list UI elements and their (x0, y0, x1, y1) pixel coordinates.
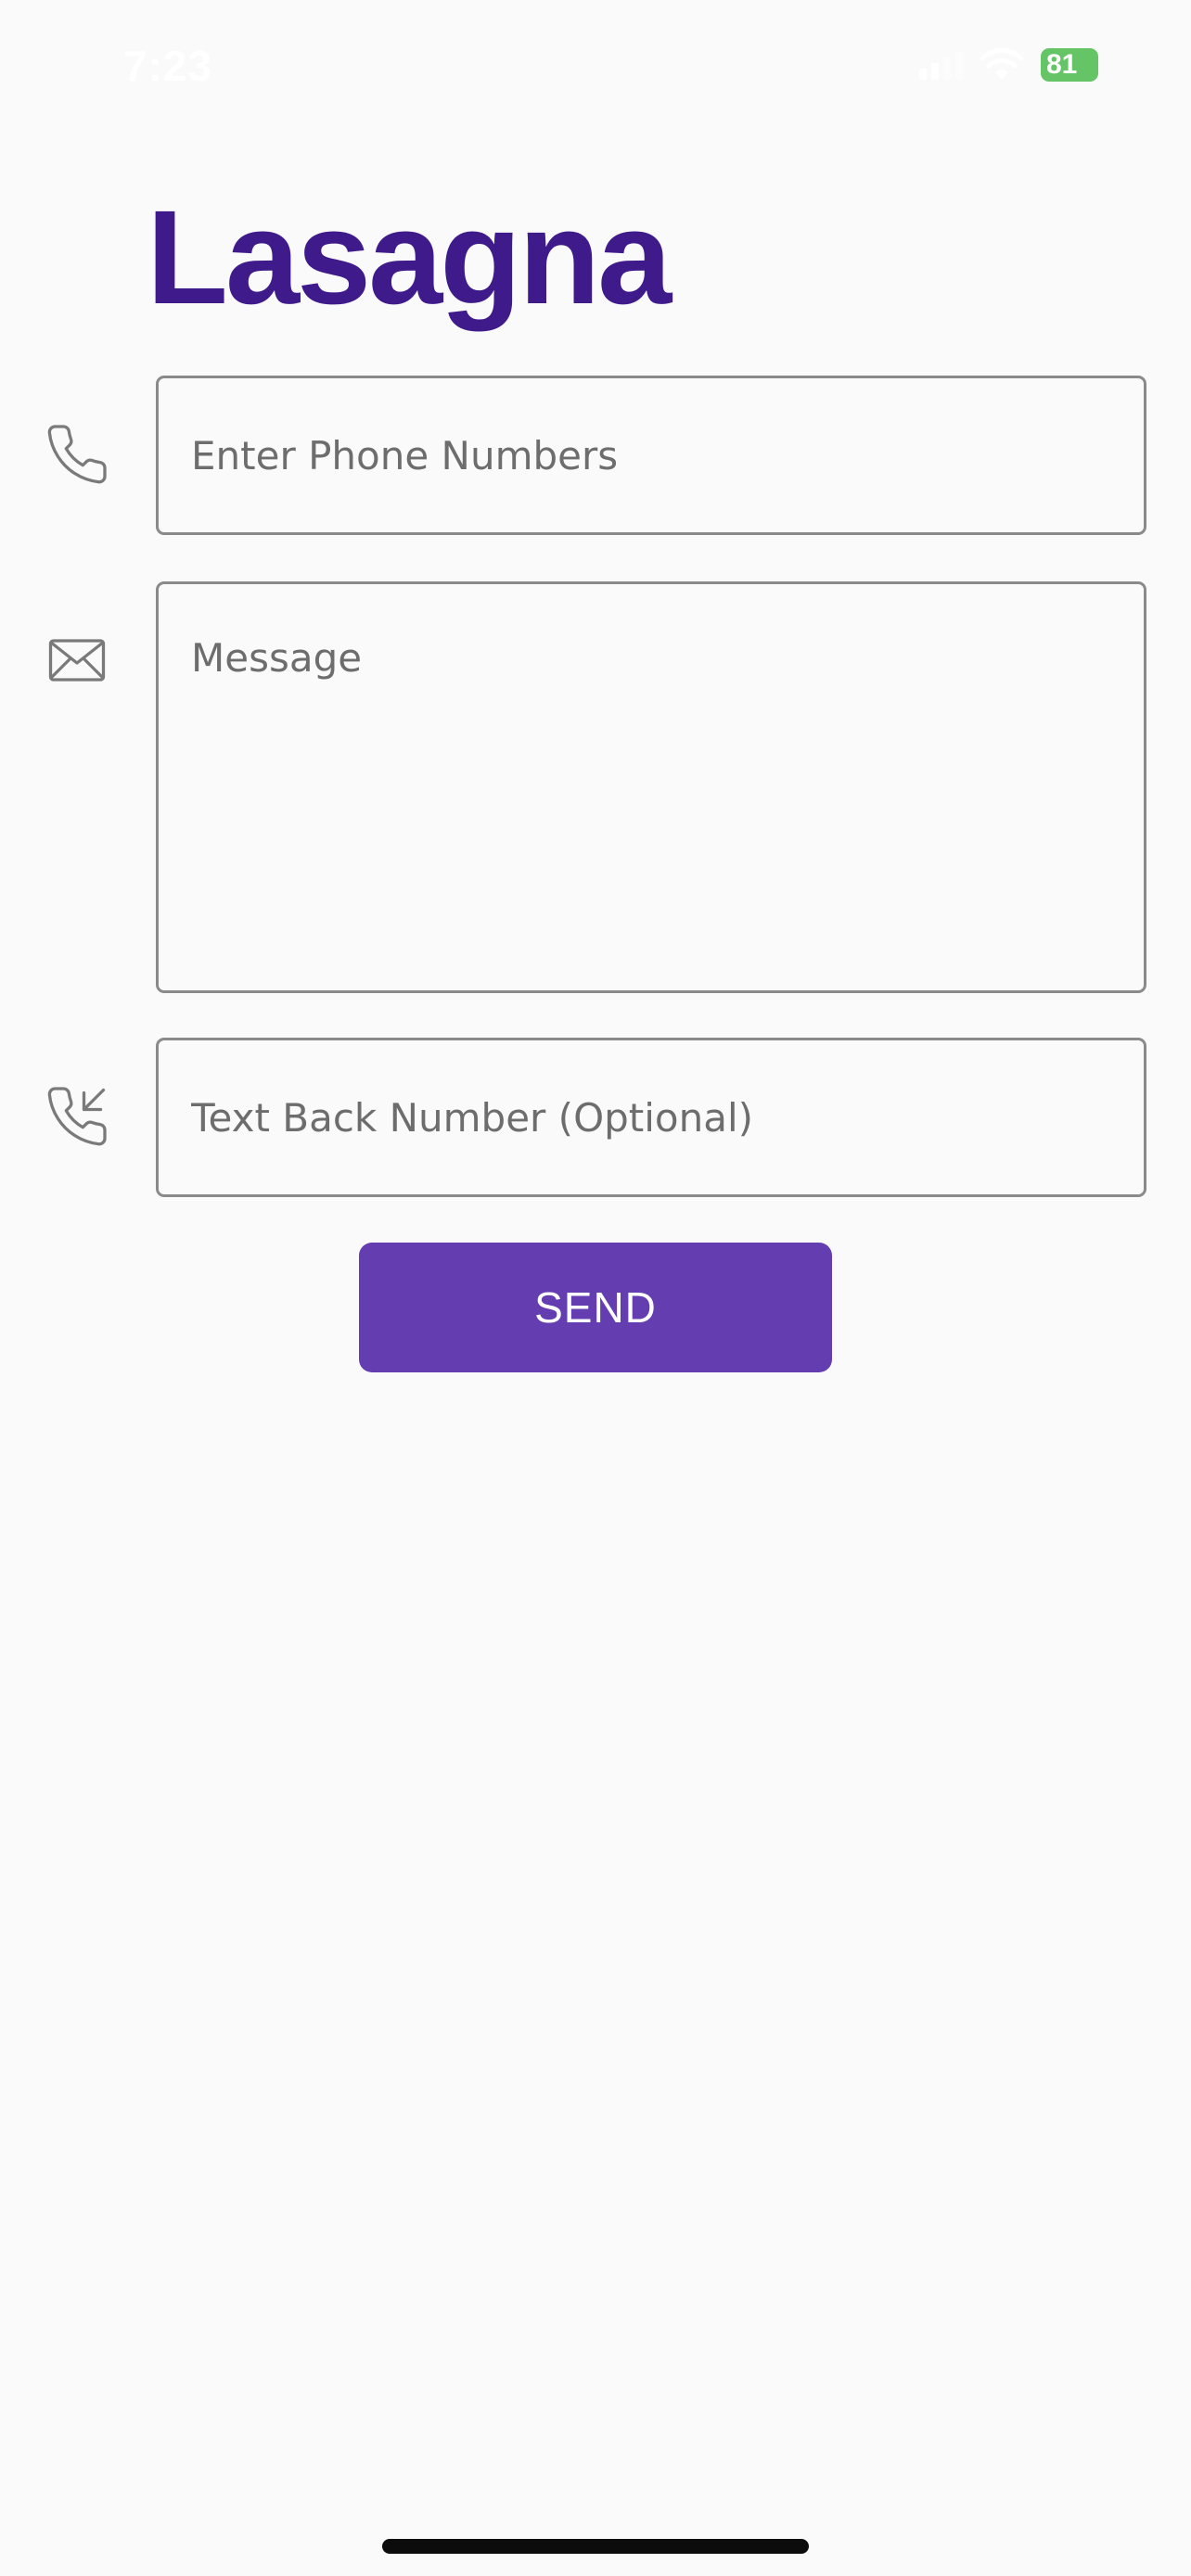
battery-icon: 81 (1041, 48, 1098, 82)
battery-level: 81 (1046, 49, 1078, 80)
app-title: Lasagna (147, 183, 672, 332)
text-back-number-input[interactable] (156, 1038, 1146, 1197)
envelope-icon (44, 627, 110, 694)
phone-numbers-input[interactable] (156, 376, 1146, 535)
cellular-signal-icon (919, 50, 963, 80)
status-indicators: 81 (919, 48, 1098, 82)
status-time: 7:23 (123, 42, 213, 90)
status-bar: 7:23 81 (0, 0, 1191, 130)
message-field[interactable] (156, 581, 1146, 993)
home-indicator[interactable] (382, 2539, 809, 2554)
send-button[interactable]: SEND (359, 1243, 832, 1372)
incoming-call-icon (44, 1083, 110, 1150)
wifi-icon (980, 48, 1024, 80)
phone-icon (44, 421, 110, 488)
